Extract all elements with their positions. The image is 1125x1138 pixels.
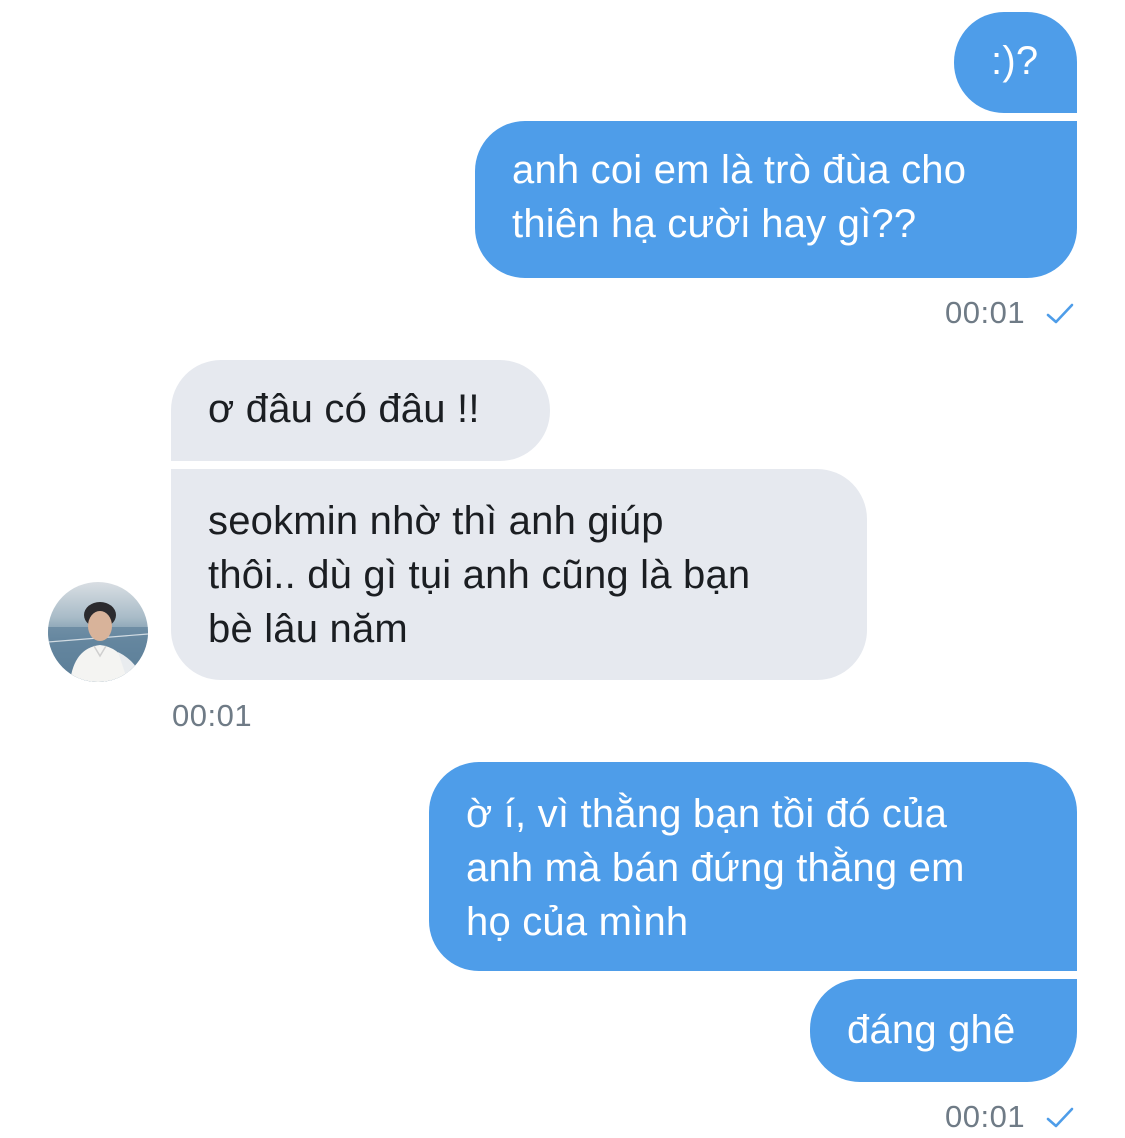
- read-check-icon: [1046, 1107, 1074, 1128]
- message-timestamp: 00:01: [945, 1099, 1026, 1134]
- message-bubble-received[interactable]: seokmin nhờ thì anh giúp thôi.. dù gì tụ…: [171, 469, 867, 680]
- message-bubble-sent[interactable]: :)?: [954, 12, 1077, 113]
- message-bubble-sent[interactable]: đáng ghê: [810, 979, 1077, 1082]
- read-check-icon: [1046, 303, 1074, 324]
- avatar-photo: [48, 582, 148, 682]
- sender-avatar[interactable]: [48, 582, 148, 682]
- message-timestamp: 00:01: [945, 295, 1026, 330]
- message-bubble-received[interactable]: ơ đâu có đâu !!: [171, 360, 550, 461]
- message-bubble-sent[interactable]: anh coi em là trò đùa cho thiên hạ cười …: [475, 121, 1077, 278]
- message-bubble-sent[interactable]: ờ í, vì thằng bạn tồi đó của anh mà bán …: [429, 762, 1077, 971]
- message-timestamp: 00:01: [172, 698, 253, 733]
